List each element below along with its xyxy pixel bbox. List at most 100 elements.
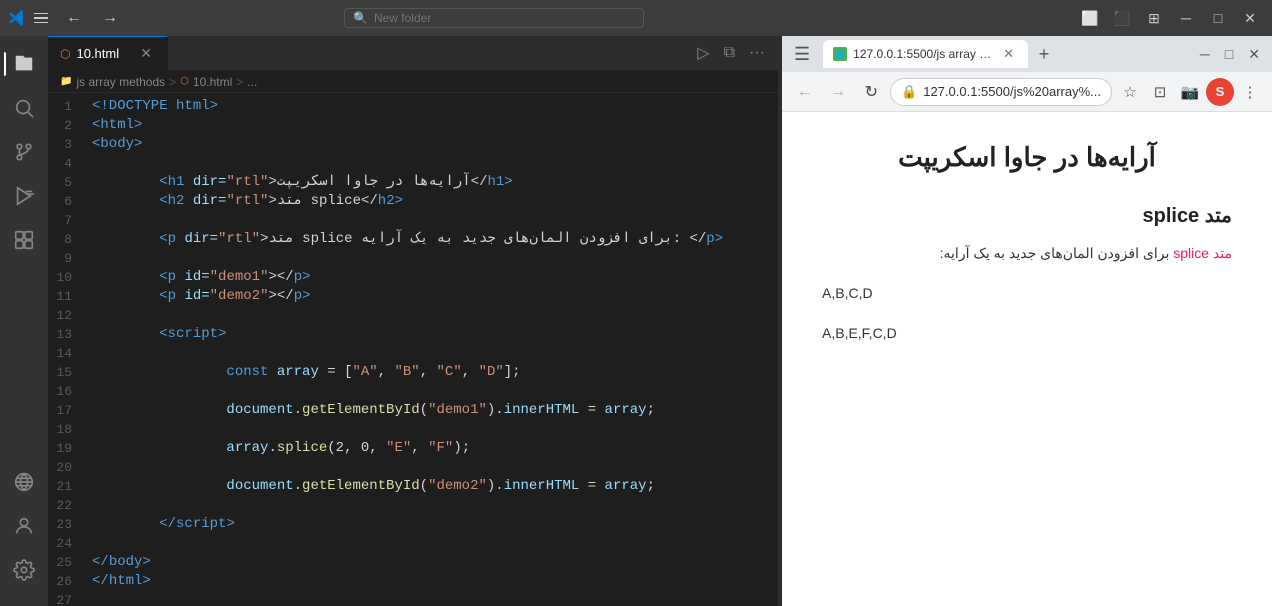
browser-minimize-button[interactable]: ─: [1194, 43, 1216, 65]
split-editor-button[interactable]: ⧉: [719, 41, 740, 65]
line-content[interactable]: </html>: [88, 572, 778, 591]
line-number: 6: [48, 192, 88, 211]
browser-screenshot-button[interactable]: 📷: [1176, 78, 1204, 106]
line-content[interactable]: [88, 249, 778, 268]
title-bar-actions: ⬜ ⬛ ⊞ ─ □ ✕: [1076, 4, 1264, 32]
line-content[interactable]: [88, 306, 778, 325]
editor-panel: ⬡ 10.html ✕ ▷ ⧉ ··· 📁 js array methods >…: [48, 36, 778, 606]
search-input[interactable]: [374, 11, 635, 25]
browser-bookmark-button[interactable]: ☆: [1116, 78, 1144, 106]
line-content[interactable]: <!DOCTYPE html>: [88, 97, 778, 116]
line-content[interactable]: array.splice(2, 0, "E", "F");: [88, 439, 778, 458]
layout-button-2[interactable]: ⬛: [1108, 4, 1136, 32]
line-number: 7: [48, 211, 88, 230]
activity-item-remote[interactable]: [4, 462, 44, 502]
run-file-button[interactable]: ▷: [692, 40, 714, 66]
line-content[interactable]: <h1 dir="rtl">آرایه‌ها در جاوا اسکریپت</…: [88, 173, 778, 192]
more-actions-button[interactable]: ···: [744, 41, 770, 65]
tab-10html[interactable]: ⬡ 10.html ✕: [48, 36, 168, 70]
description-method: متد splice: [1173, 245, 1232, 261]
back-button[interactable]: ←: [60, 7, 88, 29]
code-line: 8 <p dir="rtl">متد splice برای افزودن ال…: [48, 230, 778, 249]
browser-refresh-button[interactable]: ↻: [857, 77, 886, 107]
line-number: 24: [48, 534, 88, 553]
code-line: 2<html>: [48, 116, 778, 135]
demo1-output: A,B,C,D: [822, 282, 1232, 306]
code-line: 16: [48, 382, 778, 401]
line-number: 15: [48, 363, 88, 382]
breadcrumb-more[interactable]: ...: [247, 75, 257, 89]
browser-content: آرایه‌ها در جاوا اسکریپت متد splice متد …: [782, 112, 1272, 606]
minimize-button[interactable]: ─: [1172, 4, 1200, 32]
breadcrumb-sep-1: >: [169, 75, 176, 89]
browser-back-button[interactable]: ←: [790, 77, 819, 107]
line-content[interactable]: <p id="demo2"></p>: [88, 287, 778, 306]
breadcrumb-project[interactable]: js array methods: [76, 75, 165, 89]
browser-profile-button[interactable]: S: [1206, 78, 1234, 106]
forward-button[interactable]: →: [96, 7, 124, 29]
line-content[interactable]: [88, 211, 778, 230]
line-content[interactable]: [88, 534, 778, 553]
activity-item-run[interactable]: [4, 176, 44, 216]
browser-forward-button[interactable]: →: [823, 77, 852, 107]
line-number: 1: [48, 97, 88, 116]
title-bar: ← → 🔍 ⬜ ⬛ ⊞ ─ □ ✕: [0, 0, 1272, 36]
page-main-title: آرایه‌ها در جاوا اسکریپت: [822, 142, 1232, 173]
maximize-button[interactable]: □: [1204, 4, 1232, 32]
browser-close-button[interactable]: ✕: [1242, 43, 1266, 66]
line-number: 4: [48, 154, 88, 173]
activity-item-search[interactable]: [4, 88, 44, 128]
browser-translate-button[interactable]: ⊡: [1146, 78, 1174, 106]
line-number: 3: [48, 135, 88, 154]
browser-tab-active[interactable]: 🌐 127.0.0.1:5500/js array metho... ✕: [823, 40, 1028, 68]
secure-icon: 🔒: [901, 84, 917, 100]
activity-item-source-control[interactable]: [4, 132, 44, 172]
line-content[interactable]: const array = ["A", "B", "C", "D"];: [88, 363, 778, 382]
search-bar[interactable]: 🔍: [344, 8, 644, 28]
activity-item-extensions[interactable]: [4, 220, 44, 260]
browser-panel: ☰ 🌐 127.0.0.1:5500/js array metho... ✕ +…: [782, 36, 1272, 606]
line-content[interactable]: </script>: [88, 515, 778, 534]
breadcrumb-sep-2: >: [236, 75, 243, 89]
line-number: 27: [48, 591, 88, 606]
line-content[interactable]: <p dir="rtl">متد splice برای افزودن الما…: [88, 230, 778, 249]
activity-item-settings[interactable]: [4, 550, 44, 590]
line-content[interactable]: <html>: [88, 116, 778, 135]
browser-favicon: 🌐: [833, 47, 847, 61]
close-button[interactable]: ✕: [1236, 4, 1264, 32]
line-content[interactable]: [88, 344, 778, 363]
layout-button-3[interactable]: ⊞: [1140, 4, 1168, 32]
line-content[interactable]: [88, 591, 778, 606]
breadcrumb-file[interactable]: 10.html: [193, 75, 232, 89]
activity-item-account[interactable]: [4, 506, 44, 546]
layout-button-1[interactable]: ⬜: [1076, 4, 1104, 32]
line-content[interactable]: [88, 154, 778, 173]
line-content[interactable]: </body>: [88, 553, 778, 572]
line-number: 10: [48, 268, 88, 287]
code-editor[interactable]: 1<!DOCTYPE html>2<html>3<body>4 5 <h1 di…: [48, 93, 778, 606]
address-bar[interactable]: 🔒 127.0.0.1:5500/js%20array%...: [890, 78, 1112, 106]
line-content[interactable]: [88, 496, 778, 515]
browser-tab-close-button[interactable]: ✕: [999, 45, 1018, 63]
code-line: 12: [48, 306, 778, 325]
line-content[interactable]: [88, 382, 778, 401]
line-content[interactable]: <body>: [88, 135, 778, 154]
description-text: برای افزودن المان‌های جدید به یک آرایه:: [940, 245, 1170, 261]
line-content[interactable]: <p id="demo1"></p>: [88, 268, 778, 287]
line-content[interactable]: [88, 420, 778, 439]
activity-item-explorer[interactable]: [4, 44, 44, 84]
browser-sidebar-button[interactable]: ☰: [788, 42, 816, 67]
line-content[interactable]: document.getElementById("demo1").innerHT…: [88, 401, 778, 420]
hamburger-icon[interactable]: [34, 9, 52, 27]
line-content[interactable]: <script>: [88, 325, 778, 344]
code-line: 24: [48, 534, 778, 553]
browser-new-tab-button[interactable]: +: [1031, 41, 1057, 67]
line-content[interactable]: [88, 458, 778, 477]
page-section-title: متد splice: [822, 203, 1232, 228]
browser-maximize-button[interactable]: □: [1219, 43, 1239, 65]
line-content[interactable]: <h2 dir="rtl">متد splice</h2>: [88, 192, 778, 211]
browser-more-button[interactable]: ⋮: [1236, 78, 1264, 106]
code-line: 26</html>: [48, 572, 778, 591]
line-content[interactable]: document.getElementById("demo2").innerHT…: [88, 477, 778, 496]
tab-close-button[interactable]: ✕: [137, 44, 155, 63]
